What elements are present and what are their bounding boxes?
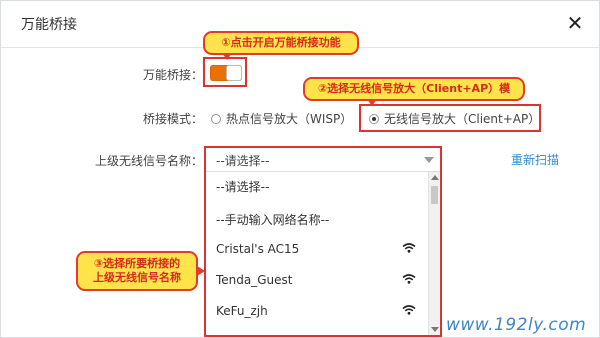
wifi-icon <box>402 243 416 253</box>
radio-client-ap-label: 无线信号放大（Client+AP） <box>384 112 541 126</box>
radio-client-ap-dot <box>369 113 379 124</box>
radio-wisp-label: 热点信号放大（WISP） <box>226 112 353 126</box>
ssid-option[interactable]: KeFu_zjh <box>216 304 268 318</box>
wifi-icon <box>402 305 416 315</box>
toggle-knob <box>226 65 242 81</box>
ssid-select-head[interactable]: --请选择-- <box>206 148 440 172</box>
annotation-step-3: ③选择所要桥接的 上级无线信号名称 <box>76 251 198 291</box>
bridge-toggle-label: 万能桥接： <box>142 68 203 82</box>
scroll-down-icon[interactable] <box>431 327 439 332</box>
chevron-down-icon[interactable] <box>424 157 434 163</box>
ssid-options-list: --请选择-- --手动输入网络名称-- Cristal's AC15 Tend… <box>206 172 428 335</box>
ssid-option[interactable]: Cristal's AC15 <box>216 242 299 256</box>
bridge-mode-label: 桥接模式： <box>142 112 203 126</box>
annotation-step-3-line2: 上级无线信号名称 <box>93 271 181 284</box>
site-watermark: www.192ly.com <box>446 315 587 335</box>
upstream-ssid-label: 上级无线信号名称： <box>94 154 203 168</box>
ssid-select: --请选择-- --请选择-- --手动输入网络名称-- Cristal's A… <box>204 146 442 337</box>
annotation-arrow-2 <box>367 99 377 106</box>
annotation-arrow-3 <box>197 266 205 276</box>
ssid-option[interactable]: --请选择-- <box>216 178 269 195</box>
close-icon[interactable]: ✕ <box>563 11 587 35</box>
scrollbar-thumb[interactable] <box>431 186 438 204</box>
wifi-icon <box>402 274 416 284</box>
ssid-select-value: --请选择-- <box>216 154 270 168</box>
ssid-option[interactable]: Tenda_Guest <box>216 273 293 287</box>
bridge-dialog: 万能桥接 ✕ 万能桥接： 桥接模式： 热点信号放大（WISP） 无线信号放大（C… <box>0 0 600 338</box>
scroll-up-icon[interactable] <box>431 175 439 180</box>
toggle-highlight <box>203 57 247 87</box>
annotation-arrow-1 <box>222 53 232 60</box>
annotation-step-1: ①点击开启万能桥接功能 <box>203 31 359 55</box>
radio-wisp[interactable]: 热点信号放大（WISP） <box>211 110 352 127</box>
rescan-link[interactable]: 重新扫描 <box>511 151 559 168</box>
ssid-option[interactable]: --手动输入网络名称-- <box>216 211 329 228</box>
radio-client-ap[interactable]: 无线信号放大（Client+AP） <box>369 110 540 127</box>
radio-wisp-dot <box>211 113 221 124</box>
dialog-title: 万能桥接 <box>21 17 77 33</box>
annotation-step-3-line1: ③选择所要桥接的 <box>93 257 181 270</box>
options-scrollbar[interactable] <box>428 172 440 335</box>
annotation-step-2: ②选择无线信号放大（Client+AP）模 <box>303 77 525 101</box>
bridge-toggle[interactable] <box>210 65 242 81</box>
